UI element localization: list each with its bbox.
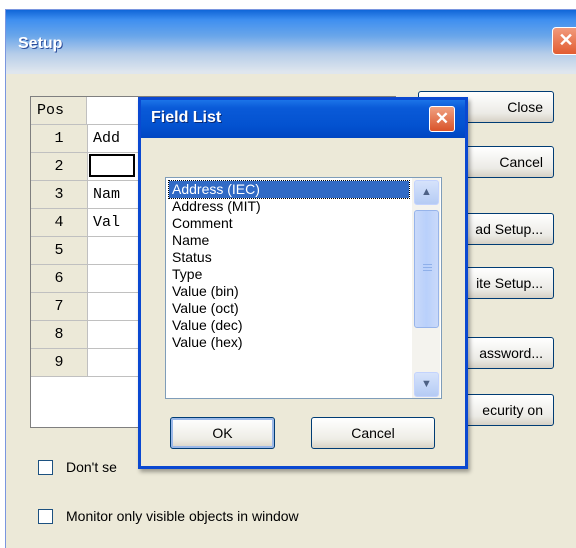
list-item[interactable]: Status [169, 249, 409, 266]
grid-pos-cell: 6 [31, 265, 88, 292]
grid-pos-cell: 7 [31, 293, 88, 320]
list-item[interactable]: Name [169, 232, 409, 249]
monitor-visible-label: Monitor only visible objects in window [66, 508, 299, 524]
cancel-dialog-button[interactable]: Cancel [311, 417, 435, 449]
ok-button[interactable]: OK [170, 417, 275, 449]
list-item[interactable]: Type [169, 266, 409, 283]
grid-pos-cell: 2 [31, 153, 88, 180]
listbox-scrollbar[interactable]: ▲ ▼ [412, 178, 440, 398]
grid-pos-cell: 3 [31, 181, 88, 208]
list-item[interactable]: Value (hex) [169, 334, 409, 351]
grid-pos-cell: 8 [31, 321, 88, 348]
setup-close-button[interactable]: ✕ [552, 27, 576, 55]
grid-pos-cell: 4 [31, 209, 88, 236]
setup-title: Setup [18, 35, 63, 52]
grid-pos-cell: 5 [31, 237, 88, 264]
grid-field-cell[interactable]: Val [93, 209, 120, 236]
field-list-titlebar[interactable]: Field List ✕ [141, 100, 465, 138]
grip-line [423, 264, 432, 265]
grid-selected-cell[interactable] [89, 154, 135, 177]
scroll-down-icon[interactable]: ▼ [414, 372, 439, 397]
list-item[interactable]: Value (oct) [169, 300, 409, 317]
grip-line [423, 270, 432, 271]
list-item[interactable]: Address (MIT) [169, 198, 409, 215]
grid-field-cell[interactable]: Add [93, 125, 120, 152]
list-item[interactable]: Address (IEC) [168, 180, 410, 199]
field-list-title: Field List [151, 109, 222, 126]
grid-pos-cell: 1 [31, 125, 88, 152]
grid-header-pos: Pos [31, 97, 87, 124]
field-list-dialog: Field List ✕ Address (IEC) Address (MIT)… [138, 97, 468, 469]
list-item[interactable]: Comment [169, 215, 409, 232]
scroll-up-icon[interactable]: ▲ [414, 180, 439, 205]
setup-titlebar[interactable]: Setup [6, 10, 576, 74]
grid-field-cell[interactable]: Nam [93, 181, 120, 208]
grip-line [423, 267, 432, 268]
dont-search-label: Don't se [66, 459, 117, 475]
list-item[interactable]: Value (bin) [169, 283, 409, 300]
field-list-close-button[interactable]: ✕ [429, 106, 455, 132]
list-item[interactable]: Value (dec) [169, 317, 409, 334]
grid-pos-cell: 9 [31, 349, 88, 376]
monitor-visible-checkbox[interactable] [38, 509, 53, 524]
field-listbox[interactable]: Address (IEC) Address (MIT) Comment Name… [165, 177, 442, 399]
scrollbar-thumb[interactable] [414, 210, 439, 328]
dont-search-checkbox[interactable] [38, 460, 53, 475]
